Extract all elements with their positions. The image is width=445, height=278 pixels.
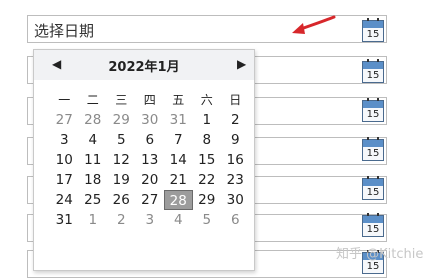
day-cell[interactable]: 20 <box>136 170 165 190</box>
day-cell[interactable]: 30 <box>221 190 250 210</box>
calendar-icon-day: 15 <box>366 261 380 272</box>
calendar-icon[interactable]: 15 <box>362 213 384 237</box>
day-cell[interactable]: 9 <box>221 130 250 150</box>
day-cell[interactable]: 5 <box>193 210 222 230</box>
watermark: 知乎 @Kitchie <box>336 247 424 262</box>
calendar-grid: 一 二 三 四 五 六 日 27 28 29 30 31 1 2 3 4 5 6… <box>50 90 250 230</box>
day-cell-selected[interactable]: 28 <box>164 190 193 210</box>
week-row: 10 11 12 13 14 15 16 <box>50 150 250 170</box>
week-row: 31 1 2 3 4 5 6 <box>50 210 250 230</box>
day-cell[interactable]: 27 <box>136 190 165 210</box>
day-cell[interactable]: 16 <box>221 150 250 170</box>
day-cell[interactable]: 8 <box>193 130 222 150</box>
day-cell[interactable]: 1 <box>193 110 222 130</box>
calendar-header: ◀ 2022年1月 ▶ <box>34 50 254 80</box>
weekday-label: 六 <box>200 93 213 107</box>
day-cell[interactable]: 3 <box>50 130 79 150</box>
week-row: 24 25 26 27 28 29 30 <box>50 190 250 210</box>
week-row: 17 18 19 20 21 22 23 <box>50 170 250 190</box>
calendar-icon[interactable]: 15 <box>362 176 384 200</box>
calendar-icon[interactable]: 15 <box>362 98 384 122</box>
day-cell[interactable]: 22 <box>193 170 222 190</box>
calendar-icon[interactable]: 15 <box>362 137 384 161</box>
day-cell[interactable]: 25 <box>79 190 108 210</box>
weekday-label: 一 <box>58 93 71 107</box>
weekday-label: 二 <box>86 93 99 107</box>
week-row: 27 28 29 30 31 1 2 <box>50 110 250 130</box>
day-cell[interactable]: 6 <box>136 130 165 150</box>
day-cell[interactable]: 13 <box>136 150 165 170</box>
calendar-icon-day: 15 <box>366 70 380 81</box>
day-cell[interactable]: 24 <box>50 190 79 210</box>
calendar-icon[interactable]: 15 <box>362 59 384 83</box>
day-cell[interactable]: 17 <box>50 170 79 190</box>
weekday-label: 五 <box>172 93 185 107</box>
day-cell[interactable]: 2 <box>107 210 136 230</box>
day-cell[interactable]: 3 <box>136 210 165 230</box>
date-field-placeholder: 选择日期 <box>34 22 95 40</box>
day-cell[interactable]: 19 <box>107 170 136 190</box>
calendar-icon-day: 15 <box>366 29 380 40</box>
day-cell[interactable]: 4 <box>79 130 108 150</box>
day-cell[interactable]: 4 <box>164 210 193 230</box>
calendar-popup: ◀ 2022年1月 ▶ 一 二 三 四 五 六 日 27 28 29 30 31… <box>33 49 255 271</box>
day-cell[interactable]: 27 <box>50 110 79 130</box>
day-cell[interactable]: 6 <box>221 210 250 230</box>
day-cell[interactable]: 31 <box>50 210 79 230</box>
week-row: 3 4 5 6 7 8 9 <box>50 130 250 150</box>
day-cell[interactable]: 28 <box>79 110 108 130</box>
calendar-icon-day: 15 <box>366 148 380 159</box>
day-cell[interactable]: 30 <box>136 110 165 130</box>
next-month-icon[interactable]: ▶ <box>237 57 246 71</box>
day-cell[interactable]: 10 <box>50 150 79 170</box>
calendar-icon-day: 15 <box>366 224 380 235</box>
weekday-label: 四 <box>143 93 156 107</box>
day-cell[interactable]: 12 <box>107 150 136 170</box>
calendar-icon[interactable]: 15 <box>362 18 384 42</box>
weekday-row: 一 二 三 四 五 六 日 <box>50 90 250 110</box>
day-cell[interactable]: 2 <box>221 110 250 130</box>
annotation-arrow-icon <box>292 15 336 34</box>
day-cell[interactable]: 11 <box>79 150 108 170</box>
weekday-label: 三 <box>115 93 128 107</box>
day-cell[interactable]: 1 <box>79 210 108 230</box>
day-cell[interactable]: 29 <box>107 110 136 130</box>
day-cell[interactable]: 21 <box>164 170 193 190</box>
day-cell[interactable]: 26 <box>107 190 136 210</box>
calendar-icon-day: 15 <box>366 187 380 198</box>
calendar-icon-day: 15 <box>366 109 380 120</box>
day-cell[interactable]: 14 <box>164 150 193 170</box>
day-cell[interactable]: 18 <box>79 170 108 190</box>
day-cell[interactable]: 31 <box>164 110 193 130</box>
month-title: 2022年1月 <box>108 60 180 75</box>
day-cell[interactable]: 29 <box>193 190 222 210</box>
day-cell[interactable]: 7 <box>164 130 193 150</box>
day-cell[interactable]: 5 <box>107 130 136 150</box>
day-cell[interactable]: 23 <box>221 170 250 190</box>
weekday-label: 日 <box>229 93 242 107</box>
day-cell[interactable]: 15 <box>193 150 222 170</box>
